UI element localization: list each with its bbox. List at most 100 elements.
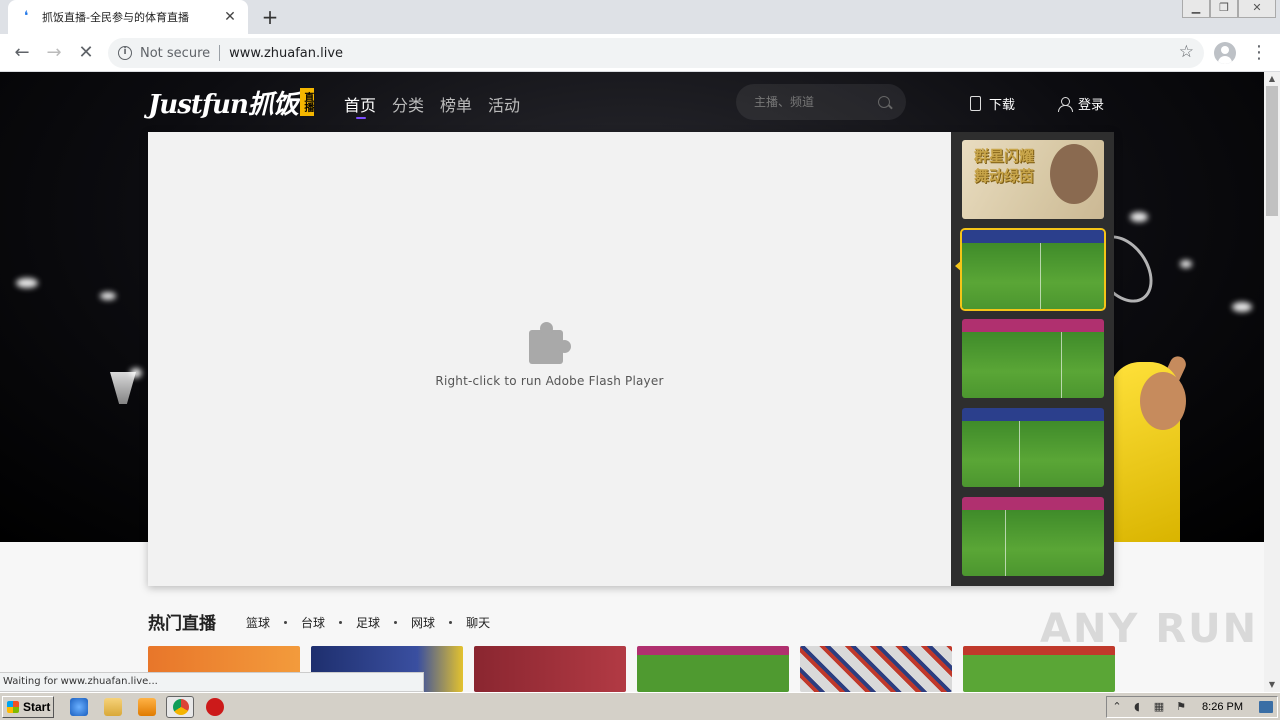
nav-rankings[interactable]: 榜单 <box>440 92 472 116</box>
new-tab-button[interactable]: + <box>258 5 282 29</box>
user-icon <box>1058 96 1073 112</box>
category-separator <box>339 621 343 624</box>
browser-toolbar: ← → ✕ i Not secure www.zhuafan.live ☆ ⋮ <box>0 34 1280 72</box>
restore-button[interactable]: ❐ <box>1210 0 1238 18</box>
football-pitch-image <box>962 243 1104 309</box>
shuttlecock-image <box>110 372 136 404</box>
stream-thumbnail[interactable] <box>962 319 1104 398</box>
url-text[interactable]: www.zhuafan.live <box>229 46 343 61</box>
pitch-line <box>1061 332 1063 398</box>
live-player-panel: Right-click to run Adobe Flash Player 群星… <box>148 132 1114 586</box>
address-bar[interactable]: i Not secure www.zhuafan.live ☆ <box>108 38 1204 68</box>
start-button[interactable]: Start <box>2 696 54 718</box>
explorer-folder-icon[interactable] <box>104 698 122 716</box>
search-icon[interactable] <box>878 96 890 108</box>
stream-thumbnail-list: 群星闪耀 舞动绿茵 <box>951 132 1114 586</box>
site-logo[interactable]: Justfun抓饭 直播 <box>148 86 314 120</box>
pitch-line <box>1040 243 1042 309</box>
profile-avatar-icon[interactable] <box>1214 42 1236 64</box>
selected-arrow-icon <box>955 260 962 272</box>
flash-plugin-placeholder[interactable]: Right-click to run Adobe Flash Player <box>148 132 951 586</box>
football-pitch-image <box>962 510 1104 576</box>
chrome-taskbar-button[interactable] <box>166 696 194 718</box>
stop-loading-button[interactable]: ✕ <box>72 40 100 66</box>
pitch-line <box>1004 510 1006 576</box>
scroll-up-arrow-icon[interactable]: ▲ <box>1264 72 1280 86</box>
stadium-light <box>1180 260 1192 268</box>
stadium-light <box>16 278 38 288</box>
login-link[interactable]: 登录 <box>1058 94 1104 113</box>
category-basketball[interactable]: 篮球 <box>246 614 270 631</box>
hot-stream-card[interactable] <box>963 646 1115 692</box>
forward-button[interactable]: → <box>40 40 68 66</box>
phone-icon <box>970 96 981 111</box>
stadium-light <box>1130 212 1148 222</box>
download-label: 下载 <box>989 98 1016 113</box>
main-nav: 首页 分类 榜单 活动 <box>344 92 520 119</box>
category-chat[interactable]: 聊天 <box>466 614 490 631</box>
network-icon[interactable]: ▦ <box>1153 701 1165 713</box>
promo-player-image <box>1050 144 1098 204</box>
stream-thumbnail[interactable] <box>962 408 1104 487</box>
back-button[interactable]: ← <box>8 40 36 66</box>
football-pitch-image <box>962 332 1104 398</box>
info-icon[interactable]: i <box>118 46 132 60</box>
category-separator <box>394 621 398 624</box>
opera-icon[interactable] <box>206 698 224 716</box>
page-viewport: Justfun抓饭 直播 首页 分类 榜单 活动 下载 登录 Right-cli… <box>0 72 1264 692</box>
stream-thumbnail[interactable] <box>960 228 1106 311</box>
login-label: 登录 <box>1078 98 1105 113</box>
browser-menu-icon[interactable]: ⋮ <box>1250 40 1268 66</box>
pitch-line <box>1018 421 1020 487</box>
stadium-light <box>1232 302 1252 312</box>
promo-thumbnail[interactable]: 群星闪耀 舞动绿茵 <box>962 140 1104 219</box>
plugin-message: Right-click to run Adobe Flash Player <box>435 374 664 388</box>
nav-events[interactable]: 活动 <box>488 92 520 116</box>
search-input[interactable] <box>754 95 872 109</box>
nav-home[interactable]: 首页 <box>344 92 376 119</box>
scroll-thumb[interactable] <box>1266 86 1278 216</box>
system-tray: ⌃ ◖ ▦ ⚑ 8:26 PM <box>1106 696 1278 718</box>
show-desktop-icon[interactable] <box>1259 701 1273 713</box>
category-tennis[interactable]: 网球 <box>411 614 435 631</box>
promo-text: 群星闪耀 舞动绿茵 <box>974 147 1035 185</box>
clock[interactable]: 8:26 PM <box>1202 701 1243 713</box>
download-link[interactable]: 下载 <box>970 94 1015 113</box>
minimize-button[interactable]: ▁ <box>1182 0 1210 18</box>
category-separator <box>449 621 453 624</box>
security-label: Not secure <box>140 45 211 61</box>
site-search <box>736 84 906 120</box>
stream-thumbnail[interactable] <box>962 497 1104 576</box>
logo-text: Justfun抓饭 <box>148 89 299 120</box>
omnibox-divider <box>219 45 221 61</box>
football-pitch-image <box>962 421 1104 487</box>
hot-live-title: 热门直播 <box>148 614 216 634</box>
window-close-button[interactable]: ✕ <box>1238 0 1276 18</box>
plugin-puzzle-icon <box>528 322 571 364</box>
loading-status-bubble: Waiting for www.zhuafan.live... <box>0 672 424 692</box>
tray-expand-icon[interactable]: ⌃ <box>1111 701 1123 713</box>
logo-badge: 直播 <box>299 88 314 116</box>
tab-close-icon[interactable]: ✕ <box>222 9 238 25</box>
bookmark-star-icon[interactable]: ☆ <box>1179 42 1194 62</box>
hot-stream-card[interactable] <box>474 646 626 692</box>
category-separator <box>284 621 288 624</box>
volume-icon[interactable]: ◖ <box>1131 701 1143 713</box>
browser-tab-active[interactable]: ❛ 抓饭直播-全民参与的体育直播 ✕ <box>8 0 248 34</box>
hot-stream-card[interactable] <box>800 646 952 692</box>
player-head-image <box>1140 372 1186 430</box>
ie-icon[interactable] <box>70 698 88 716</box>
media-player-icon[interactable] <box>138 698 156 716</box>
hot-category-filter: 篮球 台球 足球 网球 聊天 <box>246 614 490 631</box>
flag-icon[interactable]: ⚑ <box>1175 701 1187 713</box>
page-scrollbar[interactable]: ▲ ▼ <box>1264 72 1280 692</box>
chrome-icon <box>173 699 189 715</box>
site-favicon-icon: ❛ <box>24 9 29 24</box>
hot-stream-card[interactable] <box>637 646 789 692</box>
anyrun-watermark: ANY RUN <box>1040 606 1259 652</box>
tab-title: 抓饭直播-全民参与的体育直播 <box>42 11 189 24</box>
category-billiards[interactable]: 台球 <box>301 614 325 631</box>
nav-categories[interactable]: 分类 <box>392 92 424 116</box>
scroll-down-arrow-icon[interactable]: ▼ <box>1264 678 1280 692</box>
category-football[interactable]: 足球 <box>356 614 380 631</box>
